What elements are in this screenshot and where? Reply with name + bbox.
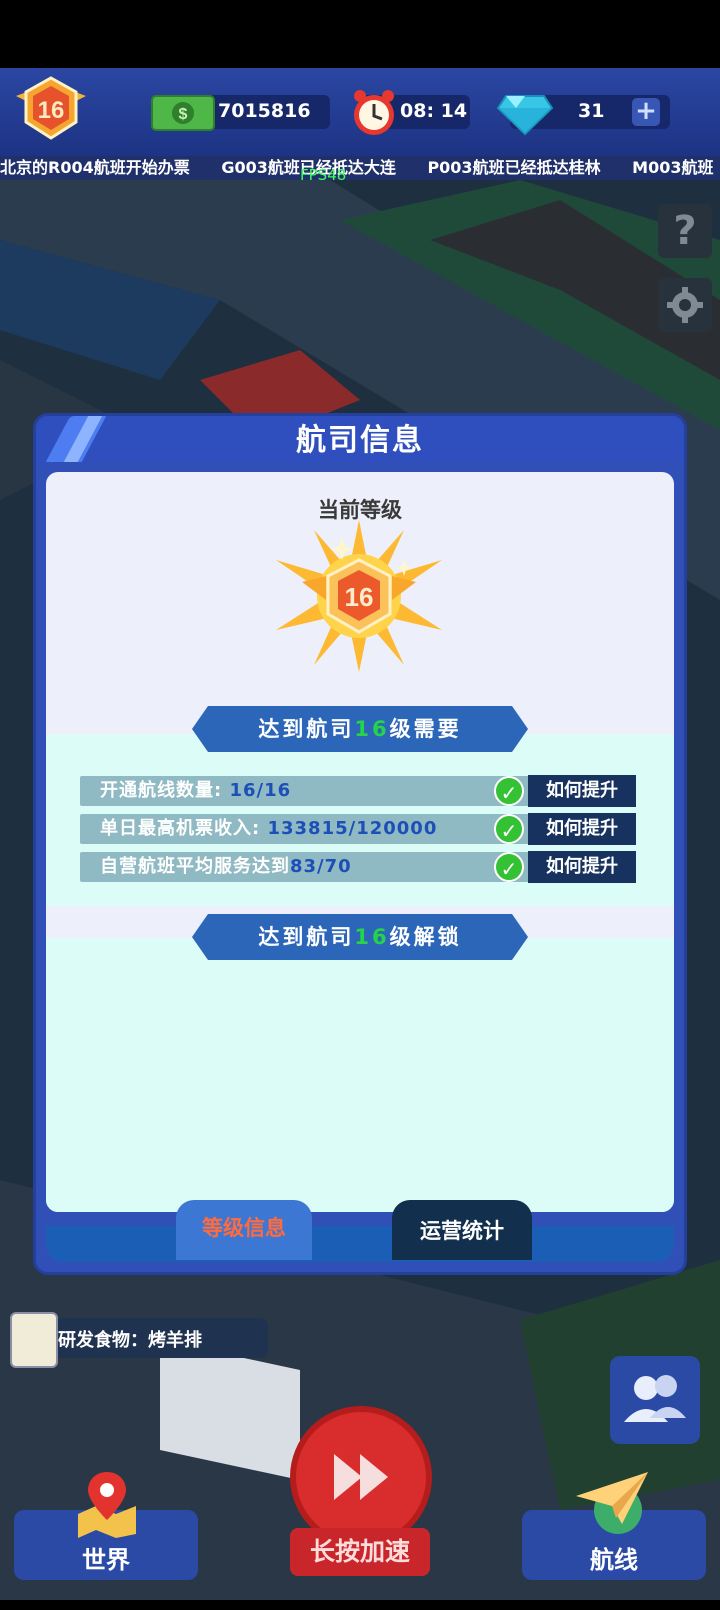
requirement-ribbon: 达到航司16级需要 [192, 706, 528, 752]
unlock-ribbon: 达到航司16级解锁 [192, 914, 528, 960]
how-to-improve-button[interactable]: 如何提升 [528, 775, 636, 807]
dialog-title: 航司信息 [296, 423, 424, 458]
alarm-clock-icon [354, 90, 394, 135]
check-icon: ✓ [494, 776, 524, 806]
paper-plane-icon [576, 1472, 648, 1534]
gear-icon [667, 287, 703, 323]
money-value: 7015816 [218, 100, 311, 122]
research-food-text: 研发食物：烤羊排 [58, 1330, 202, 1351]
status-bar-area [0, 0, 720, 68]
check-icon: ✓ [494, 814, 524, 844]
fps-counter: FPS48 [300, 166, 347, 184]
time-value: 08: 14 [400, 100, 468, 122]
routes-label: 航线 [590, 1546, 638, 1574]
current-level-badge-icon: 16 [276, 520, 442, 672]
how-to-improve-button[interactable]: 如何提升 [528, 851, 636, 883]
routes-button[interactable]: 航线 [522, 1472, 706, 1580]
level-badge-icon[interactable]: 16 [12, 74, 90, 144]
world-label: 世界 [82, 1546, 130, 1574]
diamond-icon [496, 95, 554, 136]
help-icon: ? [673, 208, 697, 254]
ticker-item: 北京的R004航班开始办票 [0, 158, 190, 177]
speed-up-label[interactable]: 长按加速 [290, 1528, 430, 1576]
ribbon-text: 达到航司 [258, 925, 355, 949]
cash-icon: $ [151, 95, 215, 131]
check-icon: ✓ [494, 852, 524, 882]
add-diamonds-button[interactable]: + [632, 98, 660, 126]
tab-bar [46, 1226, 674, 1262]
ribbon-text: 级解锁 [389, 925, 462, 949]
people-icon [624, 1375, 686, 1422]
ribbon-text: 级需要 [389, 717, 462, 741]
airline-info-dialog: 航司信息 当前等级 16 达到航司16级需要 开通航线数量: 16/16 ✓ 如… [36, 416, 684, 1272]
map-pin-icon [78, 1472, 136, 1538]
settings-button[interactable] [658, 278, 712, 332]
requirement-value: 133815/120000 [267, 818, 438, 839]
tab-operation-stats[interactable]: 运营统计 [392, 1200, 532, 1260]
ribbon-level: 16 [354, 717, 390, 741]
clipboard-icon [10, 1312, 58, 1368]
badge-level-text: 16 [345, 582, 374, 612]
ribbon-text: 达到航司 [258, 717, 355, 741]
how-to-improve-button[interactable]: 如何提升 [528, 813, 636, 845]
ribbon-level: 16 [354, 925, 390, 949]
svg-text:$: $ [179, 106, 188, 123]
requirement-label: 开通航线数量: [100, 780, 223, 801]
dialog-header: 航司信息 [36, 416, 684, 462]
ticker-item: M003航班 [632, 158, 714, 177]
unlock-area [46, 938, 674, 1212]
requirement-label: 单日最高机票收入: [100, 818, 261, 839]
world-button[interactable]: 世界 [14, 1472, 198, 1580]
requirement-value: 16/16 [229, 780, 292, 801]
ticker-item: P003航班已经抵达桂林 [427, 158, 601, 177]
help-button[interactable]: ? [658, 204, 712, 258]
fast-forward-icon [334, 1454, 388, 1500]
tab-level-info[interactable]: 等级信息 [176, 1200, 312, 1260]
staff-button[interactable] [610, 1356, 700, 1444]
requirement-label: 自营航班平均服务达到 [100, 856, 290, 877]
speed-up-button[interactable] [296, 1412, 426, 1542]
top-hud: 16 $ 7015816 08: 14 31 + [0, 68, 720, 156]
hud-level-text: 16 [38, 97, 65, 124]
level-info-panel: 当前等级 16 达到航司16级需要 开通航线数量: 16/16 ✓ 如何提升 单… [46, 472, 674, 1212]
requirement-value: 83/70 [290, 856, 352, 877]
news-ticker: 北京的R004航班开始办票 G003航班已经抵达大连 P003航班已经抵达桂林 … [0, 156, 720, 180]
diamond-value: 31 [578, 100, 605, 122]
